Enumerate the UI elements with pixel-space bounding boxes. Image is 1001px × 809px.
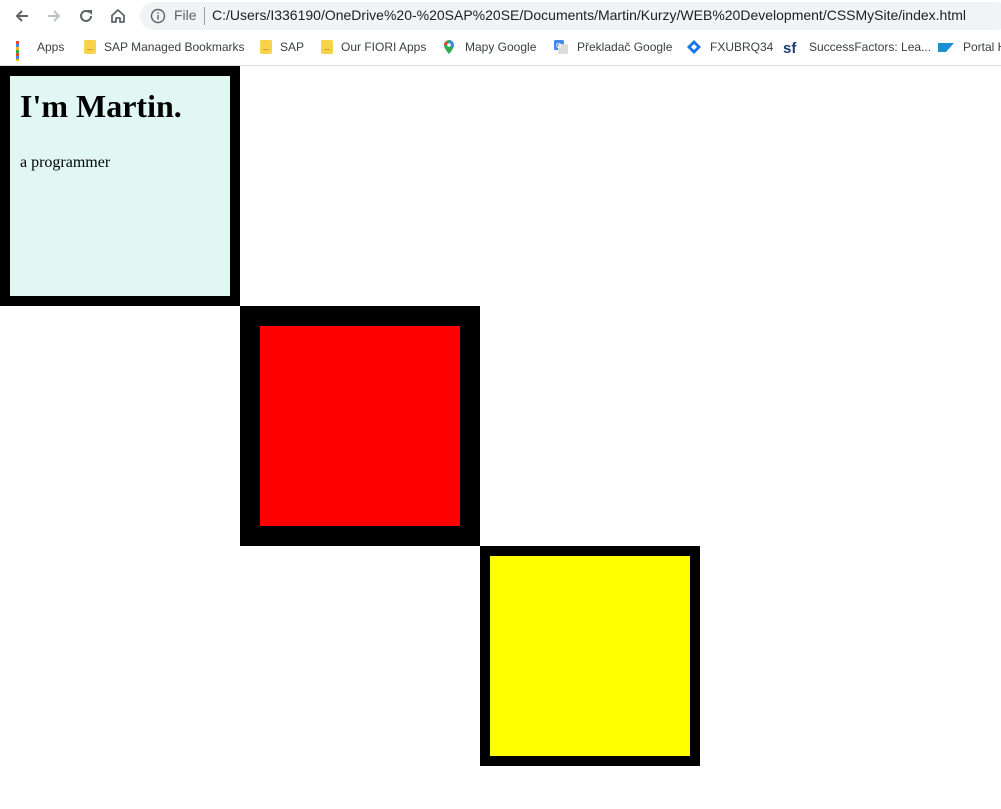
page-title: I'm Martin. [20,88,182,124]
bookmark-sap[interactable]: SAP [258,37,304,57]
folder-icon [84,40,96,54]
map-pin-icon [444,40,454,54]
bookmark-label: SuccessFactors: Lea... [809,40,932,54]
yellow-box [480,546,700,766]
page-subtitle: a programmer [20,154,111,171]
address-url[interactable]: C:/Users/I336190/OneDrive%20-%20SAP%20SE… [212,7,966,23]
folder-icon [260,40,272,54]
bookmark-sap-managed[interactable]: SAP Managed Bookmarks [82,37,245,57]
reload-button[interactable] [74,4,98,28]
address-bar[interactable]: File C:/Users/I336190/OneDrive%20-%20SAP… [140,2,1001,30]
bookmark-mapy-google[interactable]: Mapy Google [441,37,536,57]
bookmark-successfactors[interactable]: sf SuccessFactors: Lea... [783,37,931,57]
bookmark-our-fiori-apps[interactable]: Our FIORI Apps [319,37,426,57]
address-divider [204,7,205,25]
apps-grid-icon [16,40,29,61]
arrow-left-icon [15,10,28,22]
address-scheme-label: File [174,7,197,23]
bookmark-apps[interactable]: Apps [14,37,65,61]
bookmark-label: Překladač Google [577,40,673,54]
sf-logo-icon: sf [783,40,797,55]
bookmark-prekladac-google[interactable]: G Překladač Google [553,37,672,57]
back-button[interactable] [10,4,34,28]
home-button[interactable] [106,4,130,28]
reload-icon [80,9,92,22]
bookmark-label: Mapy Google [465,40,537,54]
browser-toolbar: File C:/Users/I336190/OneDrive%20-%20SAP… [0,0,1001,32]
bookmark-label: Apps [37,40,65,54]
bookmark-label: FXUBRQ34 [710,40,774,54]
home-icon [111,9,125,23]
bookmark-label: SAP [280,40,305,54]
bookmark-label: Our FIORI Apps [341,40,427,54]
svg-text:G: G [556,43,561,50]
svg-text:sf: sf [783,40,797,55]
bookmark-fxubrq34[interactable]: FXUBRQ34 [686,37,773,57]
bookmark-label: SAP Managed Bookmarks [104,40,245,54]
bookmarks-bar: Apps SAP Managed Bookmarks SAP Our FIORI… [0,33,1001,61]
intro-box: I'm Martin. a programmer [0,66,240,306]
red-box [240,306,480,546]
diamond-icon [687,40,701,54]
bookmark-portal[interactable]: Portal H [937,37,1001,57]
sap-logo-icon [938,43,954,52]
bookmark-label: Portal H [963,40,1001,54]
info-icon[interactable] [150,8,166,24]
browser-chrome: File C:/Users/I336190/OneDrive%20-%20SAP… [0,0,1001,66]
forward-button[interactable] [42,4,66,28]
translate-icon: G [554,40,568,54]
folder-icon [321,40,333,54]
page-content: I'm Martin. a programmer [0,66,1001,809]
arrow-right-icon [48,10,61,22]
